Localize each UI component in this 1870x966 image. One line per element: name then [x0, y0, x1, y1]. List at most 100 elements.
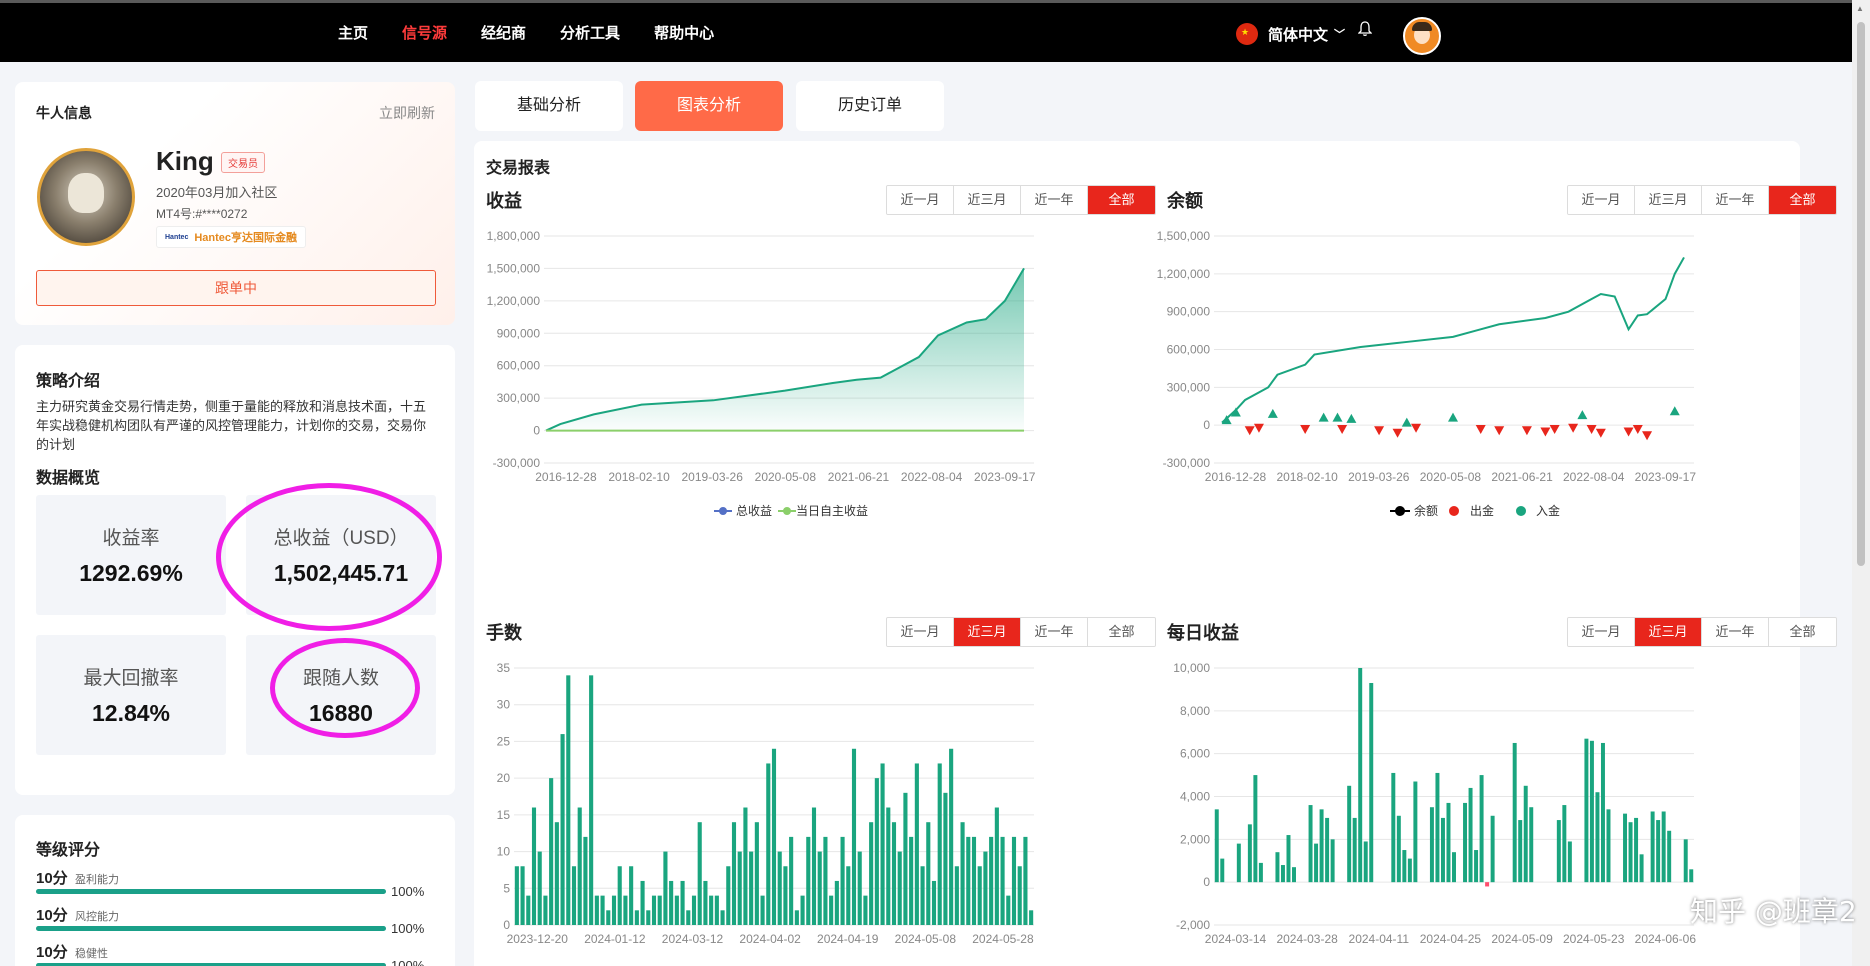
- nav-signal-source[interactable]: 信号源: [402, 22, 447, 43]
- bar: [891, 822, 897, 925]
- x-tick-label: 2018-02-10: [608, 470, 670, 484]
- x-tick-label: 2019-03-26: [682, 470, 744, 484]
- withdrawal-marker: [1586, 424, 1597, 434]
- bar: [1308, 805, 1313, 883]
- x-tick-label: 2024-04-11: [1349, 932, 1410, 946]
- y-tick-label: 300,000: [497, 391, 541, 405]
- nav-home[interactable]: 主页: [338, 22, 368, 43]
- lots-chart: 35 30 25 20 15 10 5 02023-12-20 2024-01-12 2024-0…: [497, 661, 1034, 946]
- bar: [960, 822, 965, 925]
- bar: [1413, 781, 1418, 883]
- x-tick-label: 2023-09-17: [974, 470, 1036, 484]
- bar: [1029, 910, 1034, 925]
- range-all[interactable]: 全部: [1088, 186, 1155, 214]
- lots-range-selector: 近一月 近三月 近一年 全部: [886, 617, 1156, 647]
- bar: [851, 748, 857, 925]
- range-1y[interactable]: 近一年: [1021, 618, 1088, 646]
- range-3m[interactable]: 近三月: [954, 186, 1021, 214]
- bar: [954, 866, 959, 925]
- bar: [669, 880, 674, 925]
- nav-analysis-tools[interactable]: 分析工具: [560, 22, 620, 43]
- range-3m[interactable]: 近三月: [1635, 618, 1702, 646]
- bar: [1628, 822, 1633, 883]
- range-all[interactable]: 全部: [1769, 618, 1836, 646]
- bar: [743, 807, 748, 925]
- tab-basic-analysis[interactable]: 基础分析: [475, 81, 623, 131]
- bar: [1330, 839, 1335, 883]
- bar: [1286, 835, 1291, 883]
- nav-help-center[interactable]: 帮助中心: [654, 22, 714, 43]
- y-tick-label: -300,000: [1163, 456, 1211, 470]
- range-1y[interactable]: 近一年: [1702, 618, 1769, 646]
- top-navbar: 主页 信号源 经纪商 分析工具 帮助中心 简体中文 ﹀: [0, 0, 1852, 62]
- x-tick-label: 2022-08-04: [1563, 470, 1625, 484]
- language-selector[interactable]: 简体中文 ﹀: [1236, 23, 1345, 45]
- x-tick-label: 2020-05-08: [1420, 470, 1482, 484]
- bar: [1518, 820, 1523, 883]
- withdrawal-marker: [1392, 428, 1403, 438]
- page-scrollbar[interactable]: ▲: [1852, 0, 1870, 966]
- follow-button[interactable]: 跟单中: [36, 270, 436, 306]
- bar: [840, 836, 845, 925]
- rating-name: 稳健性: [75, 948, 108, 960]
- refresh-link[interactable]: 立即刷新: [379, 103, 435, 123]
- range-all[interactable]: 全部: [1088, 618, 1155, 646]
- range-1m[interactable]: 近一月: [1568, 186, 1635, 214]
- x-tick-label: 2024-04-25: [1420, 932, 1482, 946]
- range-1y[interactable]: 近一年: [1021, 186, 1088, 214]
- rating-bar: [36, 926, 386, 931]
- range-1m[interactable]: 近一月: [887, 618, 954, 646]
- range-3m[interactable]: 近三月: [1635, 186, 1702, 214]
- y-tick-label: 2,000: [1180, 832, 1210, 846]
- bar: [549, 778, 554, 925]
- y-tick-label: 1,500,000: [487, 261, 541, 275]
- bar: [971, 836, 977, 925]
- bar: [531, 807, 537, 925]
- scroll-up-arrow-icon[interactable]: ▲: [1856, 4, 1864, 13]
- stat-label: 收益率: [102, 528, 160, 549]
- x-tick-label: 2024-03-12: [662, 932, 724, 946]
- stat-total-profit: 总收益（USD） 1,502,445.71: [246, 495, 436, 615]
- rating-percent: 100%: [391, 921, 425, 936]
- language-label: 简体中文: [1268, 26, 1329, 44]
- bar: [994, 807, 999, 925]
- tab-chart-analysis[interactable]: 图表分析: [635, 81, 783, 131]
- scrollbar-thumb[interactable]: [1857, 22, 1865, 566]
- stat-max-drawdown: 最大回撤率 12.84%: [36, 635, 226, 755]
- bar: [657, 895, 662, 925]
- range-1y[interactable]: 近一年: [1702, 186, 1769, 214]
- bar: [1319, 809, 1324, 883]
- range-1m[interactable]: 近一月: [887, 186, 954, 214]
- bar: [760, 895, 765, 925]
- profit-area: [546, 268, 1024, 431]
- bar: [1485, 882, 1490, 887]
- stat-value: 1292.69%: [79, 560, 183, 586]
- x-tick-label: 2021-06-21: [1491, 470, 1553, 484]
- bar: [1639, 854, 1644, 883]
- bar: [977, 866, 982, 925]
- broker-name: Hantec亨达国际金融: [194, 232, 298, 244]
- y-tick-label: 15: [497, 808, 511, 822]
- bar: [514, 866, 519, 925]
- broker-badge[interactable]: Hantec Hantec亨达国际金融: [156, 226, 307, 248]
- strategy-title: 策略介绍: [36, 373, 101, 390]
- range-1m[interactable]: 近一月: [1568, 618, 1635, 646]
- tab-history-orders[interactable]: 历史订单: [796, 81, 944, 131]
- range-all[interactable]: 全部: [1769, 186, 1836, 214]
- bell-icon[interactable]: [1357, 21, 1373, 42]
- stat-followers: 跟随人数 16880: [246, 635, 436, 755]
- bar: [897, 851, 902, 925]
- bar: [537, 851, 542, 925]
- y-tick-label: 0: [1203, 418, 1210, 432]
- bar: [1600, 742, 1605, 883]
- china-flag-icon: [1236, 23, 1258, 45]
- bar: [1529, 807, 1534, 883]
- bar: [629, 866, 634, 925]
- nav-brokers[interactable]: 经纪商: [481, 22, 526, 43]
- user-avatar[interactable]: [1403, 17, 1441, 55]
- chart-title-lots: 手数: [486, 623, 522, 643]
- y-tick-label: 900,000: [1167, 305, 1211, 319]
- bar: [663, 851, 668, 925]
- range-3m[interactable]: 近三月: [954, 618, 1021, 646]
- withdrawal-marker: [1475, 424, 1486, 434]
